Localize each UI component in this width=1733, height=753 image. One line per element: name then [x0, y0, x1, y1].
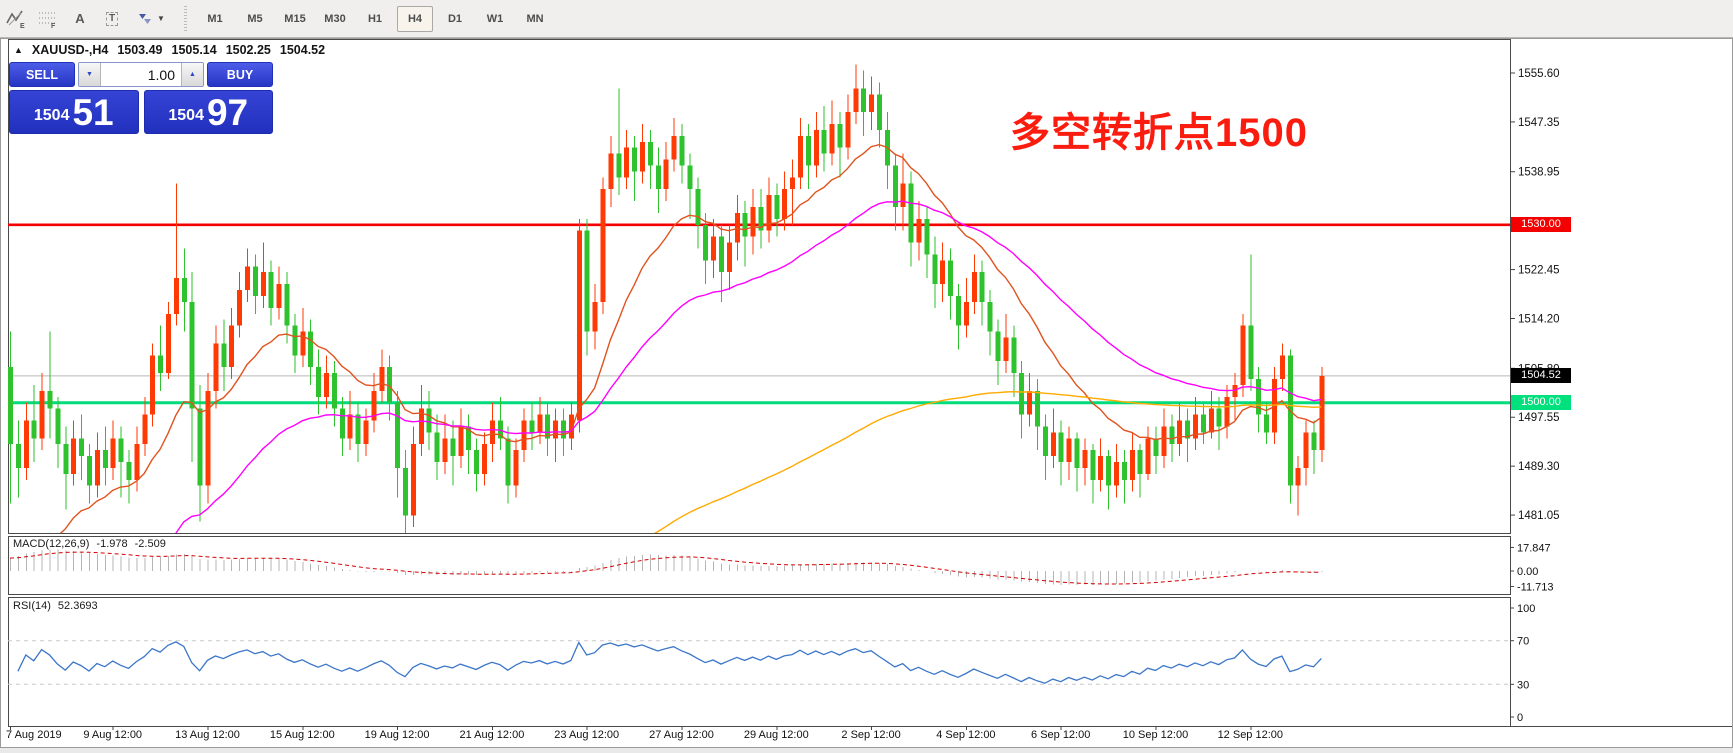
quote-open: 1503.49	[117, 43, 163, 57]
price-tick-label: 1497.55	[1518, 412, 1560, 424]
buy-price-display[interactable]: 1504 97	[143, 90, 273, 134]
volume-input[interactable]	[101, 63, 181, 86]
time-tick-label: 13 Aug 12:00	[175, 729, 240, 741]
time-tick-label: 12 Sep 12:00	[1218, 729, 1283, 741]
chart-pattern-icon: E	[6, 10, 25, 29]
time-tick-label: 4 Sep 12:00	[936, 729, 995, 741]
macd-signal-value: -2.509	[134, 538, 166, 550]
timeframe-m30-button[interactable]: M30	[317, 6, 353, 32]
time-tick-label: 9 Aug 12:00	[83, 729, 142, 741]
volume-decrease-button[interactable]: ▼	[79, 63, 101, 86]
price-tick-label: 1547.35	[1518, 117, 1560, 129]
macd-name: MACD(12,26,9)	[13, 538, 90, 550]
quote-high: 1505.14	[171, 43, 217, 57]
toolbar-separator	[182, 5, 189, 32]
rsi-scale-label: 100	[1517, 603, 1535, 615]
toolbar: E F A T ▼ M1 M5 M15 M30 H1 H4 D1 W1 MN	[0, 0, 1733, 38]
price-tick-label: 1489.30	[1518, 461, 1560, 473]
one-click-trading-panel: SELL ▼ ▲ BUY 1504 51 1504 97	[9, 62, 273, 134]
volume-increase-button[interactable]: ▲	[181, 63, 203, 86]
letter-t-icon: T	[105, 11, 119, 26]
timeframe-m1-button[interactable]: M1	[197, 6, 233, 32]
svg-text:F: F	[51, 23, 56, 29]
macd-scale-label: 0.00	[1517, 566, 1538, 578]
text-label-tool-button[interactable]: A	[65, 5, 95, 33]
arrows-icon	[139, 13, 152, 24]
chart-canvas[interactable]: 1555.60 1547.35 1538.95 1522.45 1514.20 1505.…	[0, 38, 1733, 753]
quote-low: 1502.25	[225, 43, 271, 57]
timeframe-mn-button[interactable]: MN	[517, 6, 553, 32]
time-axis: 7 Aug 2019 9 Aug 12:00 13 Aug 12:00 15 Aug …	[6, 726, 1283, 741]
grid-tool-button[interactable]: F	[33, 5, 63, 33]
time-tick-label: 23 Aug 12:00	[554, 729, 619, 741]
price-tick-label: 1555.60	[1518, 68, 1560, 80]
time-tick-label: 10 Sep 12:00	[1123, 729, 1188, 741]
buy-price-main: 1504	[168, 107, 204, 124]
sell-price-pips: 51	[72, 92, 114, 133]
text-tool-button[interactable]: T	[97, 5, 127, 33]
price-pane	[8, 64, 1510, 533]
price-badge-1504.52: 1504.52	[1511, 368, 1571, 384]
symbol-timeframe-label: XAUUSD-,H4	[31, 43, 109, 57]
mt4-terminal: E F A T ▼ M1 M5 M15 M30 H1 H4 D1 W1 MN 1…	[0, 0, 1733, 753]
svg-text:E: E	[20, 23, 25, 29]
timeframe-d1-button[interactable]: D1	[437, 6, 473, 32]
letter-a-icon: A	[75, 11, 85, 26]
macd-scale-label: 17.847	[1517, 542, 1551, 554]
timeframe-m15-button[interactable]: M15	[277, 6, 313, 32]
time-tick-label: 2 Sep 12:00	[841, 729, 900, 741]
time-tick-label: 15 Aug 12:00	[270, 729, 335, 741]
macd-main-value: -1.978	[96, 538, 128, 550]
sell-button[interactable]: SELL	[9, 62, 75, 87]
timeframe-h1-button[interactable]: H1	[357, 6, 393, 32]
time-tick-label: 19 Aug 12:00	[365, 729, 430, 741]
arrows-tool-button[interactable]: ▼	[129, 5, 171, 33]
price-badge-1530.00: 1530.00	[1511, 217, 1571, 233]
chart-pattern-tool-button[interactable]: E	[1, 5, 31, 33]
rsi-pane	[8, 640, 1510, 685]
rsi-scale-label: 70	[1517, 636, 1529, 648]
sell-price-main: 1504	[33, 107, 70, 124]
direction-up-icon: ▲	[14, 45, 23, 55]
timeframe-w1-button[interactable]: W1	[477, 6, 513, 32]
price-tick-label: 1538.95	[1518, 167, 1560, 179]
sell-price-display[interactable]: 1504 51	[9, 90, 139, 134]
time-tick-label: 21 Aug 12:00	[459, 729, 524, 741]
time-tick-label: 6 Sep 12:00	[1031, 729, 1090, 741]
price-badge-1500.00: 1500.00	[1511, 395, 1571, 411]
macd-pane	[9, 549, 1323, 585]
quote-close: 1504.52	[279, 43, 326, 57]
buy-button[interactable]: BUY	[207, 62, 273, 87]
buy-price-pips: 97	[206, 92, 249, 133]
rsi-indicator-label: RSI(14) 52.3693	[13, 600, 98, 612]
chart-window[interactable]: 1555.60 1547.35 1538.95 1522.45 1514.20 1505.…	[0, 38, 1733, 753]
price-tick-label: 1522.45	[1518, 265, 1560, 277]
price-tick-label: 1514.20	[1518, 314, 1560, 326]
dropdown-caret-icon: ▼	[157, 14, 165, 23]
macd-indicator-label: MACD(12,26,9) -1.978 -2.509	[13, 538, 166, 550]
chart-annotation-text: 多空转折点1500	[1010, 111, 1308, 155]
time-tick-label: 7 Aug 2019	[6, 729, 62, 741]
grid-icon: F	[39, 12, 56, 29]
timeframe-m5-button[interactable]: M5	[237, 6, 273, 32]
rsi-name: RSI(14)	[13, 600, 51, 612]
price-tick-label: 1481.05	[1518, 510, 1560, 522]
timeframe-h4-button[interactable]: H4	[397, 5, 433, 32]
rsi-scale-label: 0	[1517, 712, 1523, 724]
time-tick-label: 27 Aug 12:00	[649, 729, 714, 741]
macd-scale-label: -11.713	[1517, 581, 1554, 593]
quote-header: ▲ XAUUSD-,H4 1503.49 1505.14 1502.25 150…	[14, 43, 325, 57]
time-tick-label: 29 Aug 12:00	[744, 729, 809, 741]
rsi-value: 52.3693	[57, 600, 98, 612]
rsi-scale-label: 30	[1517, 679, 1529, 691]
